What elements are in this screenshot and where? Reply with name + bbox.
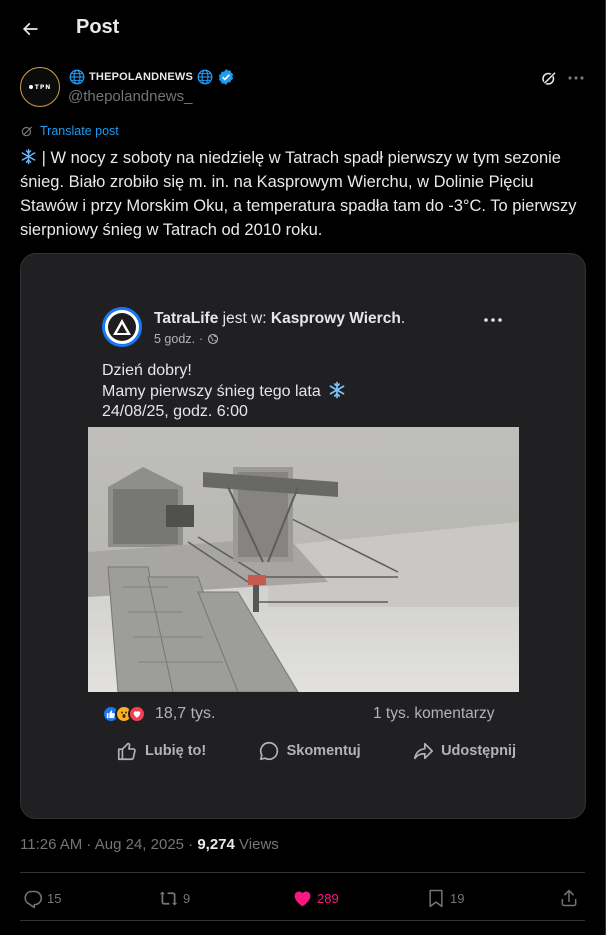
repost-count: 9 bbox=[183, 890, 191, 906]
grok-button[interactable] bbox=[538, 67, 560, 89]
views-label: Views bbox=[234, 836, 279, 853]
embedded-line-2: Mamy pierwszy śnieg tego lata bbox=[102, 383, 321, 400]
grok-icon bbox=[542, 70, 557, 86]
avatar-dot bbox=[28, 85, 33, 89]
repost-button[interactable]: 9 bbox=[158, 882, 190, 914]
embedded-share: Udostępnij bbox=[412, 740, 516, 762]
embedded-location-prefix: jest w: bbox=[222, 310, 267, 327]
author-handle[interactable]: @thepolandnews_ bbox=[68, 88, 192, 105]
embedded-line-3: 24/08/25, godz. 6:00 bbox=[102, 403, 248, 420]
heart-icon bbox=[294, 891, 311, 906]
embedded-like: Lubię to! bbox=[116, 740, 206, 762]
like-button[interactable]: 289 bbox=[292, 882, 339, 914]
post-text: | W nocy z soboty na niedzielę w Tatrach… bbox=[20, 146, 580, 242]
comment-bubble-icon bbox=[259, 741, 278, 761]
embedded-post-text: Dzień dobry! Mamy pierwszy śnieg tego la… bbox=[102, 361, 346, 422]
more-options-button[interactable] bbox=[565, 67, 587, 89]
embedded-line-1: Dzień dobry! bbox=[102, 362, 192, 379]
views-count: 9,274 bbox=[197, 836, 235, 853]
author-name-row[interactable]: THEPOLANDNEWS bbox=[68, 66, 235, 88]
post-time[interactable]: 11:26 AM · Aug 24, 2025 · bbox=[20, 836, 197, 853]
love-reaction-icon bbox=[128, 705, 146, 723]
share-arrow-icon bbox=[413, 742, 434, 760]
public-globe-icon bbox=[208, 333, 219, 345]
divider bbox=[20, 872, 585, 873]
embedded-reactions: 18,7 tys. bbox=[102, 705, 215, 723]
reply-count: 15 bbox=[47, 890, 62, 906]
like-count: 289 bbox=[317, 890, 339, 906]
bookmark-button[interactable]: 19 bbox=[426, 882, 464, 914]
embedded-location: Kasprowy Wierch bbox=[270, 310, 401, 327]
bookmark-icon bbox=[429, 889, 443, 908]
reply-button[interactable]: 15 bbox=[22, 882, 61, 914]
embedded-author-line: TatraLife jest w: Kasprowy Wierch. bbox=[154, 310, 406, 327]
avatar-text: TPN bbox=[34, 83, 52, 91]
embedded-share-label: Udostępnij bbox=[441, 743, 516, 759]
top-bar: Post bbox=[0, 0, 605, 56]
embedded-photo bbox=[88, 427, 519, 692]
repost-icon bbox=[159, 891, 178, 905]
arrow-left-icon bbox=[22, 22, 38, 36]
post-page: Post TPN THEPOLANDNEWS @thepolandnews_ T… bbox=[0, 0, 606, 935]
translate-label[interactable]: Translate post bbox=[40, 124, 119, 138]
embedded-like-label: Lubię to! bbox=[145, 743, 207, 759]
snowflake-icon bbox=[329, 381, 345, 399]
translate-icon bbox=[21, 126, 33, 137]
embedded-time-row: 5 godz. · bbox=[154, 332, 219, 346]
post-timestamp-views: 11:26 AM · Aug 24, 2025 · 9,274 Views bbox=[20, 836, 279, 853]
post-body: | W nocy z soboty na niedzielę w Tatrach… bbox=[20, 149, 577, 239]
embedded-comment: Skomentuj bbox=[258, 740, 361, 762]
back-button[interactable] bbox=[14, 13, 46, 45]
author-name[interactable]: THEPOLANDNEWS bbox=[89, 71, 193, 83]
embedded-actions: Lubię to! Skomentuj Udostępnij bbox=[116, 740, 516, 762]
embedded-time: 5 godz. bbox=[154, 332, 196, 346]
snowy-station-photo bbox=[88, 427, 519, 692]
divider bbox=[20, 920, 585, 921]
post-media-image[interactable]: TatraLife jest w: Kasprowy Wierch. 5 god… bbox=[20, 253, 586, 819]
globe-icon bbox=[197, 69, 213, 85]
translate-post-link[interactable]: Translate post bbox=[20, 124, 119, 138]
embedded-more-icon bbox=[484, 307, 502, 327]
verified-badge-icon[interactable] bbox=[217, 68, 235, 86]
thumbs-up-icon bbox=[117, 742, 136, 761]
share-button[interactable] bbox=[559, 882, 579, 914]
globe-icon bbox=[69, 69, 85, 85]
bookmark-count: 19 bbox=[450, 890, 465, 906]
reply-icon bbox=[24, 890, 43, 908]
share-icon bbox=[561, 889, 577, 907]
more-dots-icon bbox=[568, 76, 584, 80]
embedded-comment-label: Skomentuj bbox=[286, 743, 361, 759]
embedded-comments-count: 1 tys. komentarzy bbox=[373, 705, 495, 722]
page-title: Post bbox=[76, 16, 120, 38]
embedded-reactions-count: 18,7 tys. bbox=[155, 705, 216, 722]
embedded-page-name: TatraLife bbox=[154, 310, 219, 327]
embedded-page-avatar bbox=[102, 307, 142, 347]
snowflake-icon bbox=[21, 148, 36, 165]
post-actions-bar: 15 9 289 19 bbox=[20, 882, 585, 914]
mountain-logo-icon bbox=[113, 319, 131, 335]
author-avatar[interactable]: TPN bbox=[20, 67, 60, 107]
